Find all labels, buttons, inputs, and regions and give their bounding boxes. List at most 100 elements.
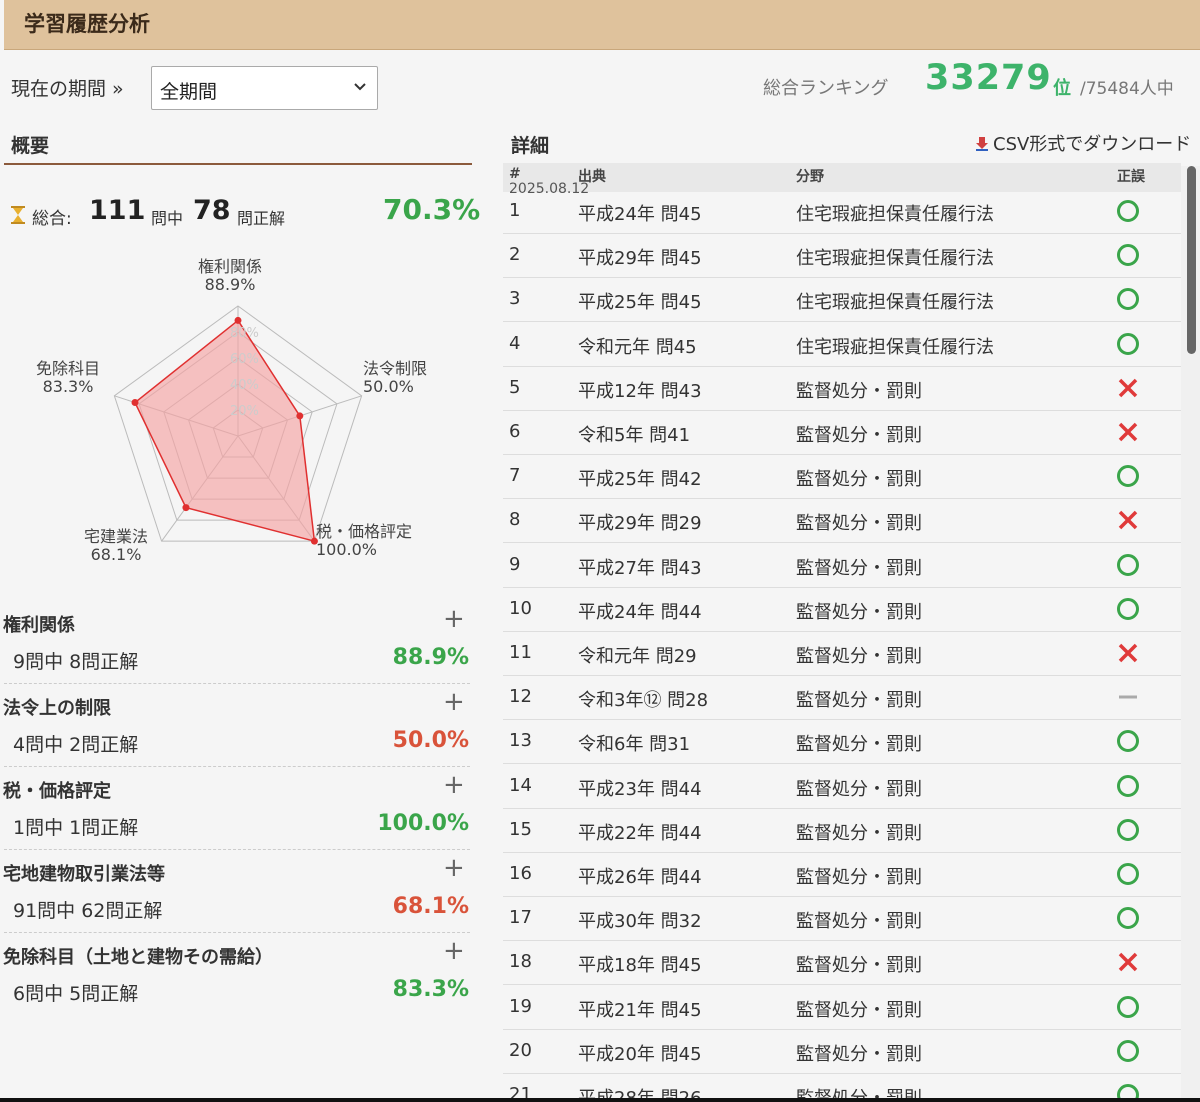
table-row[interactable]: 17 平成30年 問32 監督処分・罰則 xyxy=(503,897,1181,942)
table-row[interactable]: 18 平成18年 問45 監督処分・罰則 xyxy=(503,941,1181,986)
correct-circle-icon xyxy=(1117,995,1139,1018)
correct-circle-icon xyxy=(1117,597,1139,620)
table-row[interactable]: 13 令和6年 問31 監督処分・罰則 xyxy=(503,720,1181,765)
row-field: 住宅瑕疵担保責任履行法 xyxy=(796,336,994,358)
csv-download-link[interactable]: CSV形式でダウンロード xyxy=(975,130,1191,156)
table-row[interactable]: 1 平成24年 問45 住宅瑕疵担保責任履行法 xyxy=(503,190,1181,234)
row-source: 令和元年 問29 xyxy=(578,646,697,667)
expand-plus-icon[interactable]: + xyxy=(443,854,465,882)
total-correct: 78 xyxy=(193,195,231,226)
table-row[interactable]: 10 平成24年 問44 監督処分・罰則 xyxy=(503,588,1181,632)
download-icon xyxy=(976,137,988,151)
table-row[interactable]: 4 令和元年 問45 住宅瑕疵担保責任履行法 xyxy=(503,323,1181,367)
table-row[interactable]: 7 平成25年 問42 監督処分・罰則 xyxy=(503,455,1181,500)
correct-circle-icon xyxy=(1117,332,1139,355)
category-divider xyxy=(4,932,470,933)
unanswered-dash-icon xyxy=(1119,695,1137,699)
radar-axis-name: 権利関係 xyxy=(198,257,263,276)
correct-circle-icon xyxy=(1117,553,1139,576)
wrong-cross-icon xyxy=(1118,643,1138,663)
row-field: 監督処分・罰則 xyxy=(796,734,922,756)
table-row[interactable]: 2 平成29年 問45 住宅瑕疵担保責任履行法 xyxy=(503,234,1181,279)
row-source: 令和6年 問31 xyxy=(578,734,691,756)
category-name: 法令上の制限 xyxy=(3,698,111,719)
row-number: 18 xyxy=(509,951,532,973)
row-number: 10 xyxy=(509,597,532,619)
page-header: 学習履歴分析 xyxy=(4,0,1200,50)
period-label: 現在の期間 » xyxy=(11,78,124,100)
hourglass-icon xyxy=(11,206,25,224)
ranking-label: 総合ランキング xyxy=(763,78,889,99)
table-row[interactable]: 12 令和3年⑫ 問28 監督処分・罰則 xyxy=(503,676,1181,721)
row-field: 監督処分・罰則 xyxy=(796,778,922,800)
row-number: 9 xyxy=(509,553,521,575)
correct-circle-icon xyxy=(1117,818,1139,841)
row-field: 監督処分・罰則 xyxy=(796,425,922,446)
row-number: 17 xyxy=(509,907,532,929)
correct-circle-icon xyxy=(1117,907,1139,930)
row-source: 平成29年 問45 xyxy=(578,248,702,270)
row-field: 監督処分・罰則 xyxy=(796,646,922,667)
col-field[interactable]: 分野 xyxy=(796,166,824,186)
row-field: 監督処分・罰則 xyxy=(796,822,922,844)
row-number: 12 xyxy=(509,686,532,708)
scrollbar-thumb[interactable] xyxy=(1187,166,1196,354)
row-source: 平成22年 問44 xyxy=(578,822,702,844)
table-row[interactable]: 15 平成22年 問44 監督処分・罰則 xyxy=(503,809,1181,853)
row-field: 監督処分・罰則 xyxy=(796,513,922,535)
table-row[interactable]: 14 平成23年 問44 監督処分・罰則 xyxy=(503,765,1181,809)
table-row[interactable]: 8 平成29年 問29 監督処分・罰則 xyxy=(503,499,1181,544)
table-row[interactable]: 19 平成21年 問45 監督処分・罰則 xyxy=(503,986,1181,1030)
row-number: 19 xyxy=(509,995,532,1017)
table-scrollbar[interactable] xyxy=(1181,166,1200,1102)
expand-plus-icon[interactable]: + xyxy=(443,688,465,716)
col-num[interactable]: # xyxy=(509,166,521,182)
row-field: 監督処分・罰則 xyxy=(796,469,922,491)
row-number: 13 xyxy=(509,730,532,752)
row-number: 5 xyxy=(509,376,521,398)
correct-circle-icon xyxy=(1117,730,1139,753)
detail-table: # 出典 分野 正誤 2025.08.12 1 平成24年 問45 住宅瑕疵担保責任… xyxy=(503,163,1200,1102)
col-result[interactable]: 正誤 xyxy=(1117,166,1145,186)
radar-axis-value: 83.3% xyxy=(42,377,94,396)
row-field: 監督処分・罰則 xyxy=(796,867,922,888)
category-item: 税・価格評定 +1問中 1問正解 100.0% xyxy=(0,771,472,860)
table-row[interactable]: 3 平成25年 問45 住宅瑕疵担保責任履行法 xyxy=(503,278,1181,323)
table-row[interactable]: 11 令和元年 問29 監督処分・罰則 xyxy=(503,632,1181,676)
radar-data-area xyxy=(134,319,316,543)
ranking-unit: 位 xyxy=(1053,78,1071,99)
row-source: 平成25年 問45 xyxy=(578,292,702,314)
category-detail: 6問中 5問正解 xyxy=(13,983,139,1005)
wrong-cross-icon xyxy=(1118,511,1138,530)
row-source: 平成26年 問44 xyxy=(578,867,702,888)
expand-plus-icon[interactable]: + xyxy=(443,937,465,965)
table-row[interactable]: 16 平成26年 問44 監督処分・罰則 xyxy=(503,853,1181,897)
chevron-down-icon xyxy=(354,83,366,91)
row-field: 監督処分・罰則 xyxy=(796,1043,922,1065)
radar-data-point xyxy=(131,399,139,407)
total-questions: 111 xyxy=(89,195,146,226)
row-field: 監督処分・罰則 xyxy=(796,911,922,933)
category-detail: 9問中 8問正解 xyxy=(13,651,139,673)
category-rate: 88.9% xyxy=(392,645,469,670)
table-row[interactable]: 20 平成20年 問45 監督処分・罰則 xyxy=(503,1030,1181,1074)
csv-download-label: CSV形式でダウンロード xyxy=(993,134,1192,155)
row-number: 6 xyxy=(509,421,521,442)
table-row[interactable]: 5 平成12年 問43 監督処分・罰則 xyxy=(503,367,1181,411)
period-select[interactable]: 全期間 xyxy=(151,66,378,110)
overview-title: 概要 xyxy=(11,135,50,157)
ranking-total: /75484人中 xyxy=(1080,79,1174,99)
table-row[interactable]: 9 平成27年 問43 監督処分・罰則 xyxy=(503,544,1181,588)
row-number: 4 xyxy=(509,332,521,354)
radar-axis-name: 免除科目 xyxy=(36,359,101,378)
radar-axis-name: 税・価格評定 xyxy=(316,522,413,541)
radar-label-zei: 税・価格評定 100.0% xyxy=(316,523,412,559)
row-source: 平成27年 問43 xyxy=(578,557,702,579)
table-row[interactable]: 6 令和5年 問41 監督処分・罰則 xyxy=(503,411,1181,455)
bottom-edge xyxy=(0,1098,1200,1102)
expand-plus-icon[interactable]: + xyxy=(443,771,465,799)
category-divider xyxy=(4,766,470,767)
expand-plus-icon[interactable]: + xyxy=(443,605,465,633)
category-name: 税・価格評定 xyxy=(3,781,111,802)
category-detail: 1問中 1問正解 xyxy=(13,817,139,839)
